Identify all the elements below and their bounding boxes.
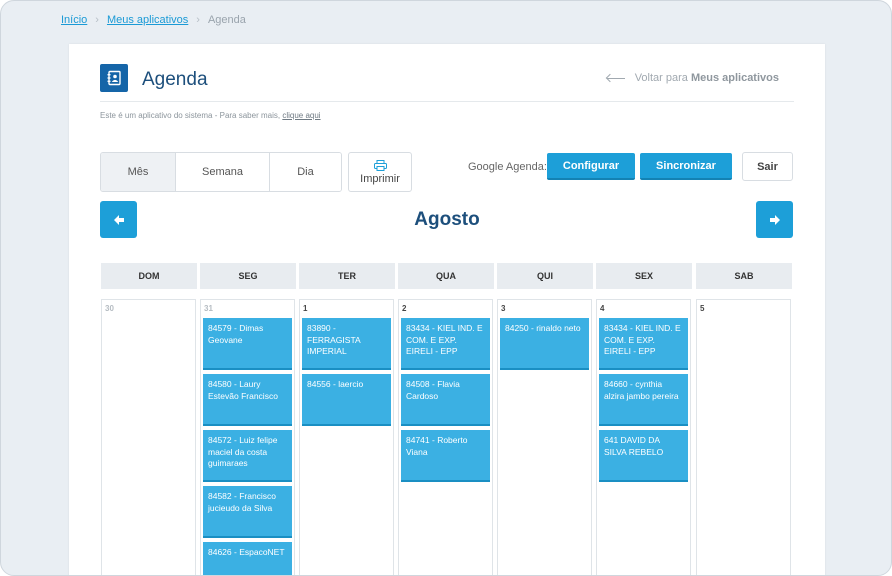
view-switcher: Mês Semana Dia [100, 152, 342, 192]
calendar-event[interactable]: 84572 - Luiz felipe maciel da costa guim… [203, 430, 292, 482]
weekday-header-qua: QUA [398, 263, 494, 289]
printer-icon [373, 159, 387, 171]
back-target: Meus aplicativos [690, 72, 779, 84]
view-day-button[interactable]: Dia [270, 153, 341, 191]
arrow-left-icon [606, 77, 625, 79]
day-number: 1 [303, 304, 308, 313]
day-cell[interactable]: 5 [696, 299, 791, 575]
breadcrumb-current: Agenda [207, 14, 246, 26]
day-number: 4 [600, 304, 605, 313]
sync-button[interactable]: Sincronizar [640, 153, 732, 180]
calendar-event[interactable]: 84556 - laercio [302, 374, 391, 426]
calendar-event[interactable]: 83890 - FERRAGISTA IMPERIAL [302, 318, 391, 370]
configure-button[interactable]: Configurar [547, 153, 635, 180]
main-card: Agenda Voltar para Meus aplicativos Este… [69, 44, 825, 575]
calendar-event[interactable]: 84741 - Roberto Viana [401, 430, 490, 482]
info-message: Este é um aplicativo do sistema - Para s… [100, 111, 281, 120]
breadcrumb-separator: › [196, 14, 200, 26]
back-prefix: Voltar para [634, 72, 688, 84]
day-cell[interactable]: 30 [101, 299, 196, 575]
weekday-header-sex: SEX [596, 263, 692, 289]
info-link[interactable]: clique aqui [282, 111, 320, 120]
view-week-button[interactable]: Semana [176, 153, 270, 191]
print-button[interactable]: Imprimir [348, 152, 412, 192]
breadcrumb: Início › Meus aplicativos › Agenda [61, 14, 246, 26]
calendar-event[interactable]: 641 DAVID DA SILVA REBELO [599, 430, 688, 482]
contacts-book-icon [100, 64, 128, 92]
day-number: 3 [501, 304, 506, 313]
arrow-right-icon [769, 214, 780, 225]
divider [100, 101, 794, 102]
day-number: 5 [700, 304, 705, 313]
weekday-header-ter: TER [299, 263, 395, 289]
weekday-header-sab: SAB [696, 263, 792, 289]
calendar-event[interactable]: 84508 - Flavia Cardoso [401, 374, 490, 426]
calendar-event[interactable]: 83434 - KIEL IND. E COM. E EXP. EIRELI -… [599, 318, 688, 370]
day-number: 2 [402, 304, 407, 313]
back-link[interactable]: Voltar para Meus aplicativos [606, 72, 779, 84]
calendar-event[interactable]: 83434 - KIEL IND. E COM. E EXP. EIRELI -… [401, 318, 490, 370]
day-cell[interactable]: 1 83890 - FERRAGISTA IMPERIAL 84556 - laer… [299, 299, 394, 575]
breadcrumb-separator: › [95, 14, 99, 26]
day-cell[interactable]: 31 84579 - Dimas Geovane 84580 - Laury Est… [200, 299, 295, 575]
weekday-header-dom: DOM [101, 263, 197, 289]
breadcrumb-home-link[interactable]: Início [61, 14, 87, 26]
day-cell[interactable]: 3 84250 - rinaldo neto [497, 299, 592, 575]
page-title: Agenda [142, 69, 208, 90]
day-cell[interactable]: 4 83434 - KIEL IND. E COM. E EXP. EIRELI … [596, 299, 691, 575]
info-text: Este é um aplicativo do sistema - Para s… [100, 111, 321, 120]
weekday-header-seg: SEG [200, 263, 296, 289]
app-window: Início › Meus aplicativos › Agenda Agend… [0, 0, 892, 576]
calendar-event[interactable]: 84582 - Francisco jucieudo da Silva [203, 486, 292, 538]
day-number: 30 [105, 304, 114, 313]
calendar-event[interactable]: 84660 - cynthia alzira jambo pereira [599, 374, 688, 426]
google-agenda-label: Google Agenda: [468, 161, 547, 173]
exit-button[interactable]: Sair [742, 152, 793, 181]
calendar-event[interactable]: 84579 - Dimas Geovane [203, 318, 292, 370]
calendar-event[interactable]: 84250 - rinaldo neto [500, 318, 589, 370]
weekday-header-qui: QUI [497, 263, 593, 289]
view-month-button[interactable]: Mês [101, 153, 176, 191]
next-month-button[interactable] [756, 201, 793, 238]
breadcrumb-apps-link[interactable]: Meus aplicativos [107, 14, 188, 26]
day-number: 31 [204, 304, 213, 313]
month-title: Agosto [414, 209, 480, 230]
print-label: Imprimir [360, 172, 400, 185]
calendar-event[interactable]: 84580 - Laury Estevão Francisco [203, 374, 292, 426]
calendar-event[interactable]: 84626 - EspacoNET [203, 542, 292, 575]
day-cell[interactable]: 2 83434 - KIEL IND. E COM. E EXP. EIRELI … [398, 299, 493, 575]
